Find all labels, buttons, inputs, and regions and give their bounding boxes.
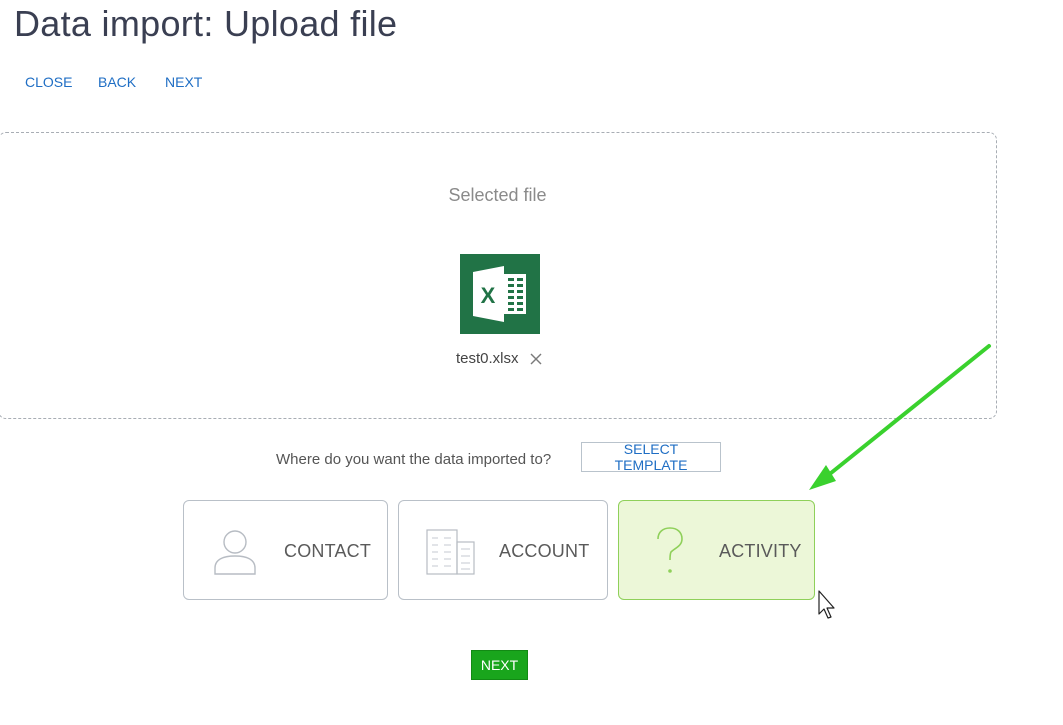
close-button[interactable]: CLOSE [25,73,72,91]
destination-card-label: CONTACT [284,541,372,561]
selected-file-label: Selected file [448,185,547,205]
excel-file-icon: X [460,254,540,334]
destination-card-account[interactable]: ACCOUNT [398,500,608,600]
destination-card-label: ACCOUNT [499,541,590,561]
close-icon[interactable] [528,351,544,367]
back-button[interactable]: BACK [98,73,136,91]
file-name: test0.xlsx [456,350,519,367]
mouse-cursor-icon [818,590,835,619]
select-template-button[interactable]: SELECT TEMPLATE [581,441,721,473]
next-button[interactable]: NEXT [471,650,528,680]
page-title: Data import: Upload file [14,3,398,44]
destination-card-label: ACTIVITY [719,541,802,561]
file-drop-zone[interactable]: Selected file X test0.xlsx [0,132,997,419]
question-icon [655,527,685,580]
next-button-top[interactable]: NEXT [165,73,202,91]
building-icon [426,528,476,581]
person-icon [212,528,258,581]
svg-text:X: X [481,283,496,308]
destination-card-activity[interactable]: ACTIVITY [618,500,815,600]
destination-card-contact[interactable]: CONTACT [183,500,388,600]
destination-question: Where do you want the data imported to? [276,451,552,468]
data-import-page: Data import: Upload file CLOSE BACK NEXT… [0,0,1063,725]
